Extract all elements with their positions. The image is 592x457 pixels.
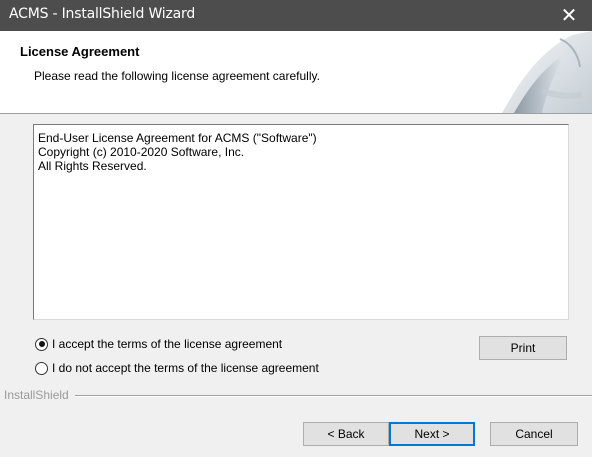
installshield-branding: InstallShield — [4, 388, 592, 402]
window-title: ACMS - InstallShield Wizard — [9, 6, 196, 22]
wizard-header: License Agreement Please read the follow… — [0, 31, 592, 114]
license-line: Copyright (c) 2010-2020 Software, Inc. — [38, 145, 245, 159]
page-title: License Agreement — [20, 44, 140, 59]
license-text-area[interactable]: End-User License Agreement for ACMS ("So… — [33, 124, 569, 320]
page-subtitle: Please read the following license agreem… — [34, 69, 320, 83]
cancel-button[interactable]: Cancel — [490, 422, 578, 446]
back-button[interactable]: < Back — [303, 422, 389, 446]
license-line: End-User License Agreement for ACMS ("So… — [38, 131, 317, 145]
accept-radio[interactable] — [35, 337, 48, 351]
decline-option[interactable]: I do not accept the terms of the license… — [35, 359, 319, 377]
license-line: All Rights Reserved. — [38, 159, 147, 173]
title-bar: ACMS - InstallShield Wizard ✕ — [0, 0, 592, 31]
print-button[interactable]: Print — [479, 336, 567, 360]
next-button[interactable]: Next > — [389, 422, 475, 446]
accept-option[interactable]: I accept the terms of the license agreem… — [35, 335, 282, 353]
brand-label: InstallShield — [4, 388, 69, 402]
decline-radio[interactable] — [35, 361, 48, 375]
installshield-page-curl-icon — [502, 31, 592, 113]
accept-label[interactable]: I accept the terms of the license agreem… — [52, 337, 282, 351]
branding-divider — [74, 394, 592, 396]
decline-label[interactable]: I do not accept the terms of the license… — [52, 361, 319, 375]
close-icon[interactable]: ✕ — [546, 0, 592, 31]
